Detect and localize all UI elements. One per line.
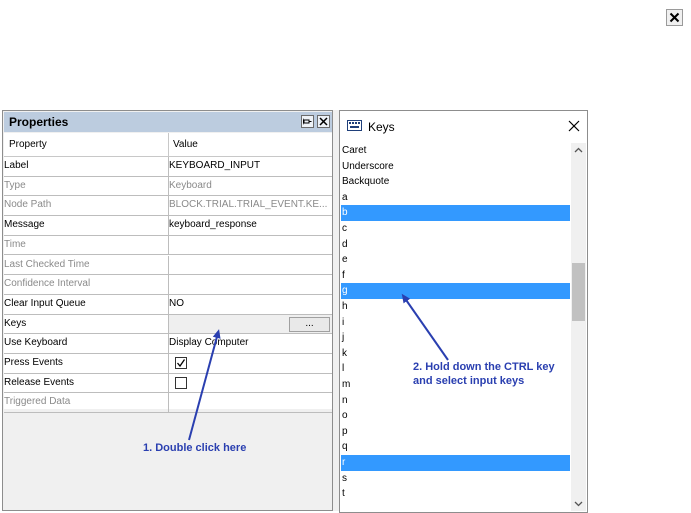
property-name: Keys	[4, 317, 27, 329]
property-row-label[interactable]: Label KEYBOARD_INPUT	[4, 157, 332, 177]
checkmark-icon	[177, 359, 186, 368]
property-name: Use Keyboard	[4, 337, 68, 349]
key-item[interactable]: g	[341, 283, 570, 299]
key-item[interactable]: d	[341, 237, 570, 253]
key-item[interactable]: e	[341, 252, 570, 268]
property-column-header: Property	[9, 139, 47, 150]
keys-scrollbar[interactable]	[571, 143, 586, 511]
key-item[interactable]: f	[341, 268, 570, 284]
property-value: NO	[169, 297, 184, 309]
chevron-down-icon	[574, 501, 583, 507]
close-icon	[669, 12, 680, 23]
key-item[interactable]: p	[341, 424, 570, 440]
property-row-confidence-interval: Confidence Interval	[4, 275, 332, 295]
key-item[interactable]: Caret	[341, 143, 570, 159]
property-name: Time	[4, 238, 26, 250]
key-item[interactable]: a	[341, 190, 570, 206]
release-events-checkbox[interactable]	[175, 376, 187, 389]
properties-title: Properties	[9, 115, 69, 129]
annotation-step-2-line-2: and select input keys	[413, 375, 525, 387]
keys-title: Keys	[368, 120, 395, 134]
property-grid: Property Value Label KEYBOARD_INPUT Type…	[4, 133, 332, 414]
key-item[interactable]: i	[341, 315, 570, 331]
key-item[interactable]: j	[341, 330, 570, 346]
panel-close-button[interactable]	[317, 115, 330, 128]
property-value: Keyboard	[169, 179, 212, 191]
property-row-release-events[interactable]: Release Events	[4, 373, 332, 394]
property-row-node-path: Node Path BLOCK.TRIAL.TRIAL_EVENT.KE...	[4, 196, 332, 217]
chevron-up-icon	[574, 147, 583, 153]
key-item[interactable]: s	[341, 471, 570, 487]
keys-title-bar: Keys	[340, 111, 587, 141]
key-item[interactable]: r	[341, 455, 570, 471]
property-name: Last Checked Time	[4, 258, 90, 270]
property-name: Node Path	[4, 199, 52, 211]
property-row-last-checked-time: Last Checked Time	[4, 255, 332, 276]
property-value: BLOCK.TRIAL.TRIAL_EVENT.KE...	[169, 199, 328, 211]
keys-close-button[interactable]	[567, 119, 581, 133]
property-name: Clear Input Queue	[4, 297, 86, 309]
key-item[interactable]: Backquote	[341, 174, 570, 190]
key-item[interactable]: h	[341, 299, 570, 315]
property-grid-header: Property Value	[4, 133, 332, 157]
key-item[interactable]: t	[341, 486, 570, 502]
properties-title-bar: Properties	[4, 112, 332, 132]
property-row-keys[interactable]: Keys ...	[4, 314, 332, 335]
property-name: Confidence Interval	[4, 278, 91, 290]
key-item[interactable]: q	[341, 439, 570, 455]
annotation-step-2-line-1: 2. Hold down the CTRL key	[413, 361, 555, 373]
key-item[interactable]: Underscore	[341, 159, 570, 175]
close-icon	[319, 117, 328, 126]
property-value: keyboard_response	[169, 219, 257, 231]
keys-panel: Keys Caret Underscore Backquote a b c d e f g h i j k…	[339, 110, 588, 513]
window-close-button[interactable]	[666, 9, 683, 26]
pin-button[interactable]	[301, 115, 314, 128]
pin-icon	[303, 118, 312, 125]
property-name: Label	[4, 160, 29, 171]
property-name: Type	[4, 179, 26, 191]
press-events-checkbox[interactable]	[175, 357, 187, 369]
keys-list[interactable]: Caret Underscore Backquote a b c d e f g h i j k l m n o p…	[341, 143, 570, 511]
scroll-up-button[interactable]	[571, 143, 586, 157]
property-name: Press Events	[4, 357, 63, 368]
property-value: Display Computer	[169, 337, 249, 349]
keyboard-icon	[347, 120, 362, 131]
property-row-message[interactable]: Message keyboard_response	[4, 216, 332, 236]
property-row-use-keyboard[interactable]: Use Keyboard Display Computer	[4, 334, 332, 354]
scroll-down-button[interactable]	[571, 497, 586, 511]
key-item[interactable]: k	[341, 346, 570, 362]
property-row-clear-input-queue[interactable]: Clear Input Queue NO	[4, 294, 332, 315]
key-item[interactable]: c	[341, 221, 570, 237]
property-row-press-events[interactable]: Press Events	[4, 354, 332, 374]
property-name: Triggered Data	[4, 396, 71, 408]
key-item[interactable]: b	[341, 205, 570, 221]
property-name: Release Events	[4, 376, 75, 388]
property-row-time: Time	[4, 235, 332, 256]
property-name: Message	[4, 219, 45, 231]
property-row-triggered-data: Triggered Data	[4, 393, 332, 414]
value-column-header: Value	[173, 139, 198, 150]
keys-edit-button[interactable]: ...	[289, 316, 330, 332]
annotation-step-1: 1. Double click here	[143, 442, 247, 454]
key-item[interactable]: n	[341, 393, 570, 409]
scroll-thumb[interactable]	[572, 263, 585, 321]
key-item[interactable]: o	[341, 408, 570, 424]
property-value: KEYBOARD_INPUT	[169, 160, 261, 171]
property-row-type: Type Keyboard	[4, 176, 332, 197]
